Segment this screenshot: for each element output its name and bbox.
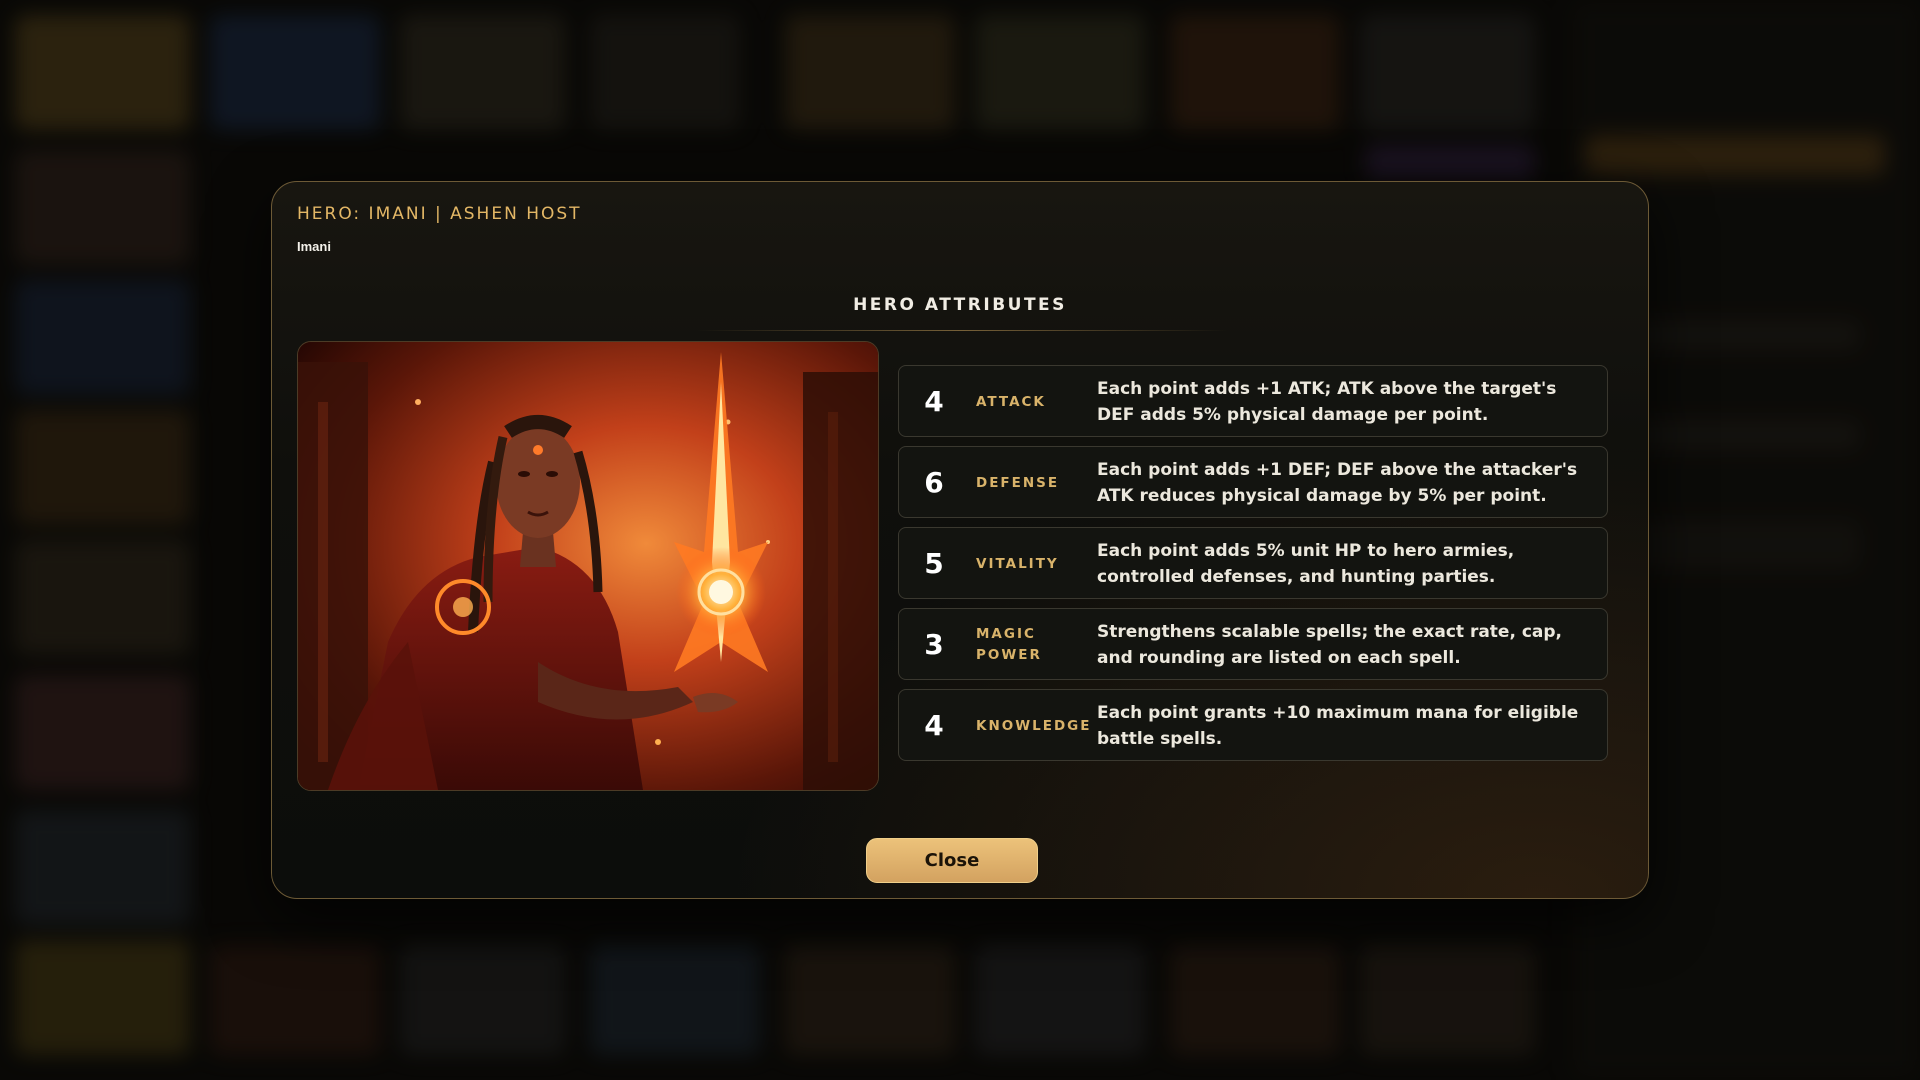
section-title: HERO ATTRIBUTES [853,295,1067,315]
hero-portrait [297,341,879,791]
attribute-description: Strengthens scalable spells; the exact r… [1097,622,1563,668]
attribute-value: 3 [924,628,944,661]
attribute-row-knowledge: 4 KNOWLEDGE Each point grants +10 maximu… [898,689,1608,761]
attribute-value: 4 [924,385,944,418]
modal-title: HERO: IMANI | ASHEN HOST [297,204,582,224]
attribute-name: DEFENSE [976,474,1060,491]
attribute-list: 4 ATTACK Each point adds +1 ATK; ATK abo… [898,365,1608,770]
hero-name: Imani [297,239,331,254]
close-button[interactable]: Close [866,838,1038,883]
attribute-row-defense: 6 DEFENSE Each point adds +1 DEF; DEF ab… [898,446,1608,518]
attribute-name: KNOWLEDGE [976,717,1092,734]
attribute-row-vitality: 5 VITALITY Each point adds 5% unit HP to… [898,527,1608,599]
attribute-description: Each point grants +10 maximum mana for e… [1097,703,1579,749]
attribute-value: 6 [924,466,944,499]
attribute-value: 5 [924,547,944,580]
attribute-description: Each point adds +1 DEF; DEF above the at… [1097,460,1578,506]
attribute-name: MAGIC POWER [976,626,1042,663]
section-divider [697,330,1227,331]
attribute-row-attack: 4 ATTACK Each point adds +1 ATK; ATK abo… [898,365,1608,437]
hero-portrait-icon [298,342,878,790]
hero-attributes-modal: HERO: IMANI | ASHEN HOST Imani HERO ATTR… [271,181,1649,899]
attribute-name: ATTACK [976,393,1046,410]
attribute-name: VITALITY [976,555,1059,572]
attribute-description: Each point adds 5% unit HP to hero armie… [1097,541,1515,587]
attribute-row-magic-power: 3 MAGIC POWER Strengthens scalable spell… [898,608,1608,680]
attribute-description: Each point adds +1 ATK; ATK above the ta… [1097,379,1557,425]
attribute-value: 4 [924,709,944,742]
